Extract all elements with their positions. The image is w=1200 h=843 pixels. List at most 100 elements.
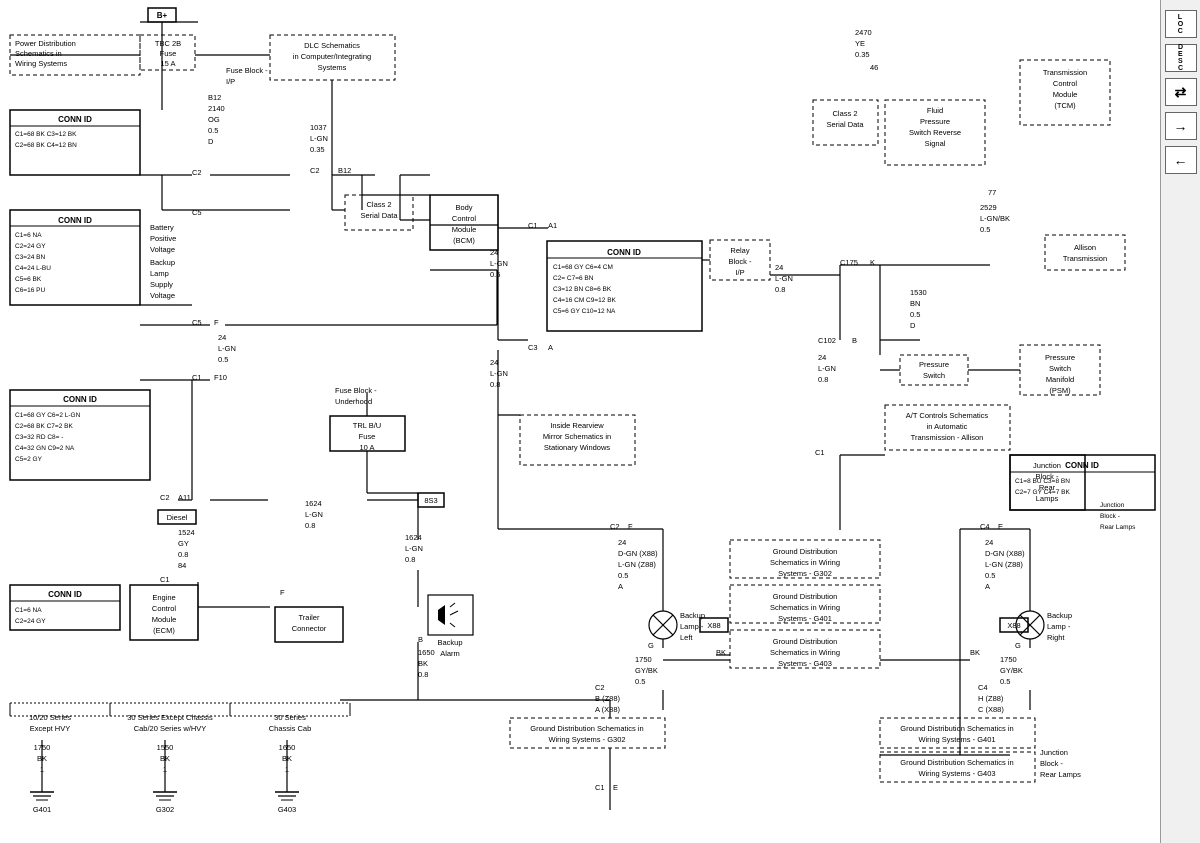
svg-text:Voltage: Voltage xyxy=(150,291,175,300)
svg-text:Wiring Systems - G302: Wiring Systems - G302 xyxy=(548,735,625,744)
svg-text:F: F xyxy=(280,588,285,597)
svg-text:0.5: 0.5 xyxy=(618,571,628,580)
bcm-label: Body xyxy=(455,203,472,212)
svg-text:Switch Reverse: Switch Reverse xyxy=(909,128,961,137)
ground-g302-bottom: Ground Distribution Schematics in xyxy=(530,724,643,733)
svg-text:Rear Lamps: Rear Lamps xyxy=(1040,770,1081,779)
x88-left-label: X88 xyxy=(707,621,720,630)
svg-text:B12: B12 xyxy=(338,166,351,175)
svg-text:C4: C4 xyxy=(980,522,990,531)
svg-text:Systems: Systems xyxy=(318,63,347,72)
svg-text:Lamp: Lamp xyxy=(150,269,169,278)
svg-text:Lamp -: Lamp - xyxy=(1047,622,1071,631)
svg-text:BK: BK xyxy=(970,648,980,657)
svg-text:C5=6 GY C10=12 NA: C5=6 GY C10=12 NA xyxy=(553,308,616,315)
svg-text:L-GN: L-GN xyxy=(405,544,423,553)
svg-text:C (X88): C (X88) xyxy=(978,705,1004,714)
svg-text:0.5: 0.5 xyxy=(490,270,500,279)
svg-text:C3: C3 xyxy=(528,343,538,352)
svg-text:Schematics in Wiring: Schematics in Wiring xyxy=(770,603,840,612)
svg-text:1524: 1524 xyxy=(178,528,195,537)
svg-text:0.8: 0.8 xyxy=(178,550,188,559)
svg-text:46: 46 xyxy=(870,63,878,72)
svg-text:(ECM): (ECM) xyxy=(153,626,175,635)
g302-symbol: G302 xyxy=(156,805,174,814)
svg-text:Chassis Cab: Chassis Cab xyxy=(269,724,312,733)
tcm-label: Transmission xyxy=(1043,68,1087,77)
svg-text:C2=7 GY C4=7 BK: C2=7 GY C4=7 BK xyxy=(1015,489,1070,496)
svg-text:24: 24 xyxy=(490,358,498,367)
svg-text:0.8: 0.8 xyxy=(418,670,428,679)
svg-text:1624: 1624 xyxy=(405,533,422,542)
fuse-block-uh-label: Fuse Block - xyxy=(335,386,377,395)
svg-text:10 A: 10 A xyxy=(359,443,374,452)
svg-text:YE: YE xyxy=(855,39,865,48)
svg-text:Control: Control xyxy=(452,214,477,223)
svg-text:Signal: Signal xyxy=(925,139,946,148)
svg-text:0.8: 0.8 xyxy=(818,375,828,384)
svg-text:0.5: 0.5 xyxy=(980,225,990,234)
svg-text:C5: C5 xyxy=(192,318,202,327)
svg-text:C1: C1 xyxy=(528,221,538,230)
svg-text:L-GN: L-GN xyxy=(310,134,328,143)
svg-text:2140: 2140 xyxy=(208,104,225,113)
svg-text:H (Z88): H (Z88) xyxy=(978,694,1004,703)
backup-alarm-label: Backup xyxy=(437,638,462,647)
svg-text:Block -: Block - xyxy=(1040,759,1063,768)
svg-text:C2=24 GY: C2=24 GY xyxy=(15,618,46,625)
back-button[interactable]: ← xyxy=(1165,146,1197,174)
svg-text:K: K xyxy=(870,258,875,267)
svg-text:Schematics in Wiring: Schematics in Wiring xyxy=(770,648,840,657)
svg-text:L-GN: L-GN xyxy=(305,510,323,519)
svg-text:Junction: Junction xyxy=(1100,502,1125,509)
g401-symbol: G401 xyxy=(33,805,51,814)
svg-text:Block -: Block - xyxy=(1100,513,1120,520)
svg-text:Connector: Connector xyxy=(292,624,327,633)
svg-text:Positive: Positive xyxy=(150,234,176,243)
loc-button[interactable]: L O C xyxy=(1165,10,1197,38)
svg-text:Schematics in Wiring: Schematics in Wiring xyxy=(770,558,840,567)
svg-text:C2: C2 xyxy=(595,683,605,692)
svg-text:Switch: Switch xyxy=(1049,364,1071,373)
svg-text:C2: C2 xyxy=(610,522,620,531)
g403-symbol: G403 xyxy=(278,805,296,814)
backup-lamp-right-label: Backup xyxy=(1047,611,1072,620)
svg-text:C2= C7=6 BN: C2= C7=6 BN xyxy=(553,275,594,282)
class2-label: Class 2 xyxy=(366,200,391,209)
svg-text:Rear Lamps: Rear Lamps xyxy=(1100,524,1136,531)
svg-text:0.5: 0.5 xyxy=(1000,677,1010,686)
svg-text:2529: 2529 xyxy=(980,203,997,212)
swap-button[interactable]: ⇄ xyxy=(1165,78,1197,106)
conn-id-2: CONN ID xyxy=(58,216,92,225)
svg-text:Module: Module xyxy=(152,615,177,624)
sidebar: L O C D E S C ⇄ → ← xyxy=(1160,0,1200,843)
desc-button[interactable]: D E S C xyxy=(1165,44,1197,72)
svg-text:0.5: 0.5 xyxy=(218,355,228,364)
svg-text:Serial Data: Serial Data xyxy=(826,120,864,129)
rearview-mirror-label: Inside Rearview xyxy=(550,421,604,430)
svg-text:C175: C175 xyxy=(840,258,858,267)
svg-text:Junction: Junction xyxy=(1040,748,1068,757)
ecm-label: Engine xyxy=(152,593,175,602)
pressure-sw-label: Pressure xyxy=(919,360,949,369)
svg-text:A: A xyxy=(548,343,553,352)
svg-text:0.35: 0.35 xyxy=(855,50,870,59)
schematic-diagram: B+ Power Distribution Schematics in Wiri… xyxy=(0,0,1160,843)
forward-button[interactable]: → xyxy=(1165,112,1197,140)
svg-text:24: 24 xyxy=(775,263,783,272)
svg-text:0.5: 0.5 xyxy=(208,126,218,135)
svg-text:Except HVY: Except HVY xyxy=(30,724,70,733)
svg-text:C6=16 PU: C6=16 PU xyxy=(15,287,45,294)
svg-text:Systems - G403: Systems - G403 xyxy=(778,659,832,668)
svg-text:C2=68 BK C4=12 BN: C2=68 BK C4=12 BN xyxy=(15,142,77,149)
svg-text:C1: C1 xyxy=(160,575,170,584)
svg-text:C1: C1 xyxy=(815,448,825,457)
svg-text:C1=6 NA: C1=6 NA xyxy=(15,232,42,239)
svg-text:C2: C2 xyxy=(310,166,320,175)
svg-text:D: D xyxy=(208,137,214,146)
svg-text:I/P: I/P xyxy=(735,268,744,277)
svg-text:15 A: 15 A xyxy=(160,59,175,68)
svg-text:Left: Left xyxy=(680,633,693,642)
svg-text:C3=24 BN: C3=24 BN xyxy=(15,254,45,261)
8s3-label: 8S3 xyxy=(424,496,437,505)
